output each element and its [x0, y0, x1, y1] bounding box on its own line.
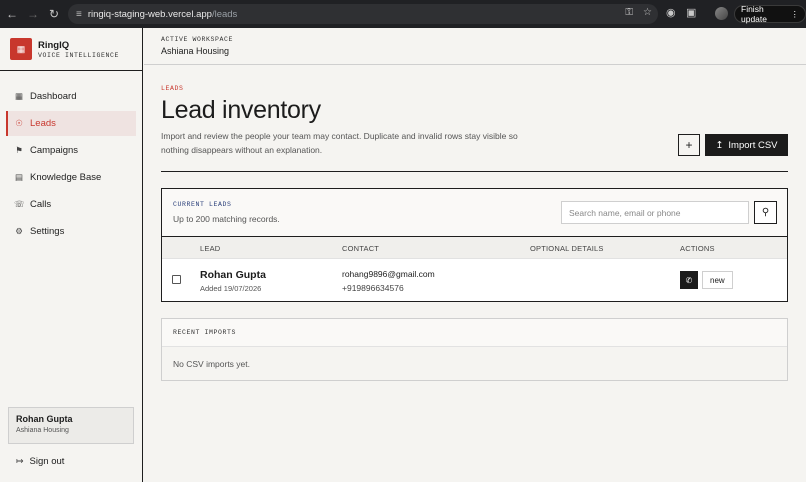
page-eyebrow: LEADS: [161, 85, 184, 92]
table-row: Rohan Gupta Added 19/07/2026 rohang9896@…: [162, 259, 787, 301]
book-icon: ▤: [14, 172, 24, 182]
lead-added-date: Added 19/07/2026: [200, 284, 262, 293]
sign-out-label: Sign out: [29, 456, 65, 467]
logo-icon: ▦: [10, 38, 32, 60]
key-icon[interactable]: ⚿: [625, 7, 633, 18]
current-leads-panel: CURRENT LEADS Up to 200 matching records…: [161, 188, 788, 302]
search-input[interactable]: Search name, email or phone: [561, 201, 749, 224]
star-icon[interactable]: ☆: [643, 7, 652, 18]
search-icon: ⚲: [761, 207, 770, 218]
page-description: Import and review the people your team m…: [161, 131, 518, 155]
workspace-name: Ashiana Housing: [161, 46, 230, 56]
sidebar-item-label: Dashboard: [30, 91, 77, 102]
reload-icon[interactable]: ↻: [45, 5, 63, 23]
sign-out-icon: ↦: [16, 456, 24, 466]
import-csv-button[interactable]: ↥ Import CSV: [705, 134, 788, 156]
sidebar-item-campaigns[interactable]: ⚑ Campaigns: [6, 138, 136, 163]
sign-out-button[interactable]: ↦ Sign out: [16, 456, 64, 467]
profile-avatar[interactable]: [715, 7, 728, 20]
sidebar-item-calls[interactable]: ☏ Calls: [6, 192, 136, 217]
url-host: ringiq-staging-web.vercel.app: [87, 8, 212, 20]
forward-icon[interactable]: →: [24, 5, 42, 23]
user-card: Rohan Gupta Ashiana Housing: [8, 407, 134, 444]
browser-toolbar: ← → ↻ ≡ ringiq-staging-web.vercel.app /l…: [0, 0, 806, 28]
sidebar-item-label: Knowledge Base: [30, 172, 102, 183]
sidebar-item-label: Settings: [30, 226, 65, 237]
sidebar-nav: ▦ Dashboard ☉ Leads ⚑ Campaigns ▤ Knowle…: [0, 71, 142, 244]
extension-icon[interactable]: ◉: [666, 6, 676, 19]
sidebar-item-dashboard[interactable]: ▦ Dashboard: [6, 84, 136, 109]
url-path: /leads: [211, 8, 238, 20]
upload-icon: ↥: [715, 139, 724, 151]
site-settings-icon[interactable]: ≡: [76, 9, 82, 20]
search-button[interactable]: ⚲: [754, 201, 777, 224]
sidebar-item-leads[interactable]: ☉ Leads: [6, 111, 136, 136]
megaphone-icon: ⚑: [15, 145, 23, 155]
divider: [161, 171, 788, 172]
puzzle-icon[interactable]: ▣: [686, 6, 696, 19]
gear-icon: ⚙: [15, 226, 23, 236]
brand: ▦ RingIQ VOICE INTELLIGENCE: [0, 28, 142, 71]
user-name: Rohan Gupta: [16, 414, 73, 424]
sidebar-item-settings[interactable]: ⚙ Settings: [6, 219, 136, 244]
sidebar-item-label: Campaigns: [30, 145, 79, 156]
import-csv-label: Import CSV: [728, 139, 778, 151]
phone-icon: ✆: [685, 275, 693, 285]
sidebar-item-label: Leads: [30, 118, 56, 129]
recent-imports-label: RECENT IMPORTS: [162, 319, 787, 347]
add-lead-button[interactable]: +: [678, 134, 700, 156]
current-leads-header: CURRENT LEADS Up to 200 matching records…: [162, 189, 787, 237]
status-badge[interactable]: new: [702, 271, 733, 289]
finish-update-label: Finish update: [741, 4, 767, 24]
recent-imports-empty: No CSV imports yet.: [162, 347, 787, 380]
brand-tagline: VOICE INTELLIGENCE: [38, 51, 120, 59]
column-header-actions: ACTIONS: [680, 244, 715, 253]
column-header-contact: CONTACT: [342, 244, 380, 253]
sidebar-item-label: Calls: [30, 199, 52, 210]
column-header-optional-details: OPTIONAL DETAILS: [530, 244, 604, 253]
row-checkbox[interactable]: [172, 275, 181, 284]
table-header: LEAD CONTACT OPTIONAL DETAILS ACTIONS: [162, 237, 787, 259]
page-title: Lead inventory: [161, 96, 321, 124]
lead-phone: +919896634576: [342, 283, 404, 293]
lead-email: rohang9896@gmail.com: [342, 269, 435, 279]
sidebar: ▦ RingIQ VOICE INTELLIGENCE ▦ Dashboard …: [0, 28, 143, 482]
back-icon[interactable]: ←: [3, 5, 21, 23]
lead-name: Rohan Gupta: [200, 269, 266, 281]
leads-icon: ☉: [15, 118, 23, 128]
workspace-header: ACTIVE WORKSPACE Ashiana Housing: [144, 28, 806, 65]
user-org: Ashiana Housing: [16, 427, 69, 434]
address-bar[interactable]: ≡ ringiq-staging-web.vercel.app /leads ⚿…: [68, 4, 658, 24]
column-header-lead: LEAD: [200, 244, 221, 253]
sidebar-item-knowledge-base[interactable]: ▤ Knowledge Base: [6, 165, 136, 190]
brand-name: RingIQ: [38, 39, 70, 51]
workspace-label: ACTIVE WORKSPACE: [161, 36, 234, 43]
grid-icon: ▦: [14, 91, 24, 101]
call-action-button[interactable]: ✆: [680, 271, 698, 289]
finish-update-button[interactable]: Finish update ⋮: [734, 4, 806, 24]
more-icon: ⋮: [790, 8, 800, 19]
recent-imports-panel: RECENT IMPORTS No CSV imports yet.: [161, 318, 788, 381]
phone-icon: ☏: [14, 199, 25, 209]
